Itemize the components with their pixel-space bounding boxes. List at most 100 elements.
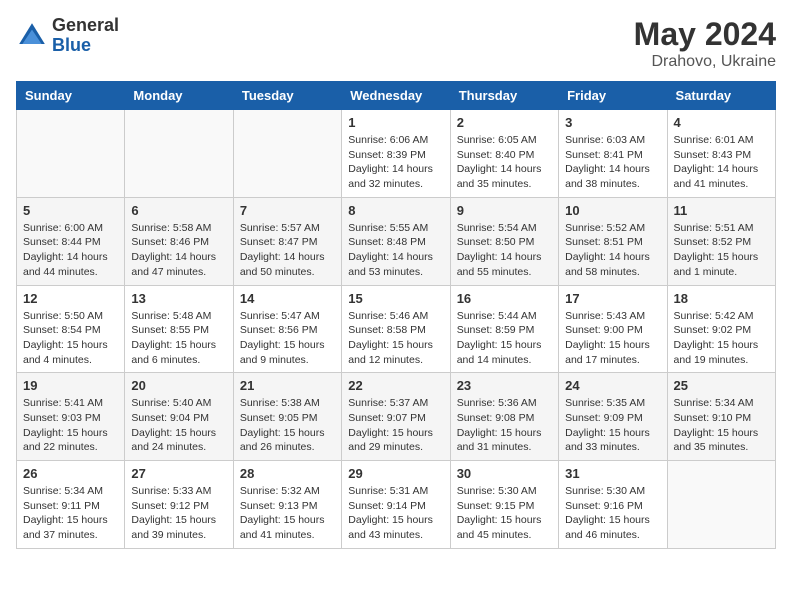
- day-info: Sunrise: 5:51 AMSunset: 8:52 PMDaylight:…: [674, 221, 769, 280]
- logo: General Blue: [16, 16, 119, 56]
- calendar-cell: 4Sunrise: 6:01 AMSunset: 8:43 PMDaylight…: [667, 110, 775, 198]
- day-number: 19: [23, 378, 118, 393]
- day-info: Sunrise: 5:37 AMSunset: 9:07 PMDaylight:…: [348, 396, 443, 455]
- page-header: General Blue May 2024 Drahovo, Ukraine: [16, 16, 776, 71]
- calendar-cell: 7Sunrise: 5:57 AMSunset: 8:47 PMDaylight…: [233, 197, 341, 285]
- weekday-header-sunday: Sunday: [17, 82, 125, 110]
- day-info: Sunrise: 5:47 AMSunset: 8:56 PMDaylight:…: [240, 309, 335, 368]
- day-number: 10: [565, 203, 660, 218]
- day-info: Sunrise: 5:44 AMSunset: 8:59 PMDaylight:…: [457, 309, 552, 368]
- calendar-cell: 18 Sunrise: 5:42 AMSunset: 9:02 PMDayligh…: [667, 285, 775, 373]
- logo-general-text: General: [52, 16, 119, 36]
- calendar-week-row: 1 Sunrise: 6:06 AMSunset: 8:39 PMDaylight…: [17, 110, 776, 198]
- day-number: 27: [131, 466, 226, 481]
- calendar-cell: 24Sunrise: 5:35 AMSunset: 9:09 PMDayligh…: [559, 373, 667, 461]
- day-number: 17: [565, 291, 660, 306]
- weekday-header-row: SundayMondayTuesdayWednesdayThursdayFrid…: [17, 82, 776, 110]
- day-number: 24: [565, 378, 660, 393]
- weekday-header-thursday: Thursday: [450, 82, 558, 110]
- calendar-table: SundayMondayTuesdayWednesdayThursdayFrid…: [16, 81, 776, 549]
- logo-icon: [16, 20, 48, 52]
- weekday-header-monday: Monday: [125, 82, 233, 110]
- day-number: 31: [565, 466, 660, 481]
- day-number: 6: [131, 203, 226, 218]
- calendar-week-row: 12 Sunrise: 5:50 AMSunset: 8:54 PMDayligh…: [17, 285, 776, 373]
- calendar-cell: 10 Sunrise: 5:52 AMSunset: 8:51 PMDayligh…: [559, 197, 667, 285]
- calendar-cell: 9Sunrise: 5:54 AMSunset: 8:50 PMDaylight…: [450, 197, 558, 285]
- day-info: Sunrise: 5:30 AMSunset: 9:15 PMDaylight:…: [457, 484, 552, 543]
- day-number: 14: [240, 291, 335, 306]
- day-info: Sunrise: 5:41 AMSunset: 9:03 PMDaylight:…: [23, 396, 118, 455]
- day-number: 23: [457, 378, 552, 393]
- calendar-cell: 6 Sunrise: 5:58 AMSunset: 8:46 PMDaylight…: [125, 197, 233, 285]
- calendar-cell: 27 Sunrise: 5:33 AMSunset: 9:12 PMDayligh…: [125, 461, 233, 549]
- day-info: Sunrise: 5:43 AMSunset: 9:00 PMDaylight:…: [565, 309, 660, 368]
- calendar-week-row: 19 Sunrise: 5:41 AMSunset: 9:03 PMDayligh…: [17, 373, 776, 461]
- day-info: Sunrise: 5:46 AMSunset: 8:58 PMDaylight:…: [348, 309, 443, 368]
- day-info: Sunrise: 5:50 AMSunset: 8:54 PMDaylight:…: [23, 309, 118, 368]
- day-number: 13: [131, 291, 226, 306]
- title-block: May 2024 Drahovo, Ukraine: [634, 16, 776, 71]
- day-number: 21: [240, 378, 335, 393]
- day-number: 26: [23, 466, 118, 481]
- day-number: 11: [674, 203, 769, 218]
- calendar-cell: 20Sunrise: 5:40 AMSunset: 9:04 PMDayligh…: [125, 373, 233, 461]
- day-info: Sunrise: 5:58 AMSunset: 8:46 PMDaylight:…: [131, 221, 226, 280]
- day-number: 18: [674, 291, 769, 306]
- calendar-cell: 26 Sunrise: 5:34 AMSunset: 9:11 PMDayligh…: [17, 461, 125, 549]
- calendar-cell: [17, 110, 125, 198]
- calendar-cell: 15Sunrise: 5:46 AMSunset: 8:58 PMDayligh…: [342, 285, 450, 373]
- calendar-cell: [125, 110, 233, 198]
- calendar-cell: 1 Sunrise: 6:06 AMSunset: 8:39 PMDaylight…: [342, 110, 450, 198]
- weekday-header-friday: Friday: [559, 82, 667, 110]
- day-number: 20: [131, 378, 226, 393]
- day-number: 28: [240, 466, 335, 481]
- weekday-header-tuesday: Tuesday: [233, 82, 341, 110]
- day-info: Sunrise: 5:33 AMSunset: 9:12 PMDaylight:…: [131, 484, 226, 543]
- calendar-cell: 2 Sunrise: 6:05 AMSunset: 8:40 PMDaylight…: [450, 110, 558, 198]
- day-number: 29: [348, 466, 443, 481]
- day-info: Sunrise: 6:00 AMSunset: 8:44 PMDaylight:…: [23, 221, 118, 280]
- day-number: 16: [457, 291, 552, 306]
- day-number: 22: [348, 378, 443, 393]
- day-info: Sunrise: 6:05 AMSunset: 8:40 PMDaylight:…: [457, 133, 552, 192]
- calendar-location: Drahovo, Ukraine: [634, 53, 776, 71]
- day-info: Sunrise: 6:06 AMSunset: 8:39 PMDaylight:…: [348, 133, 443, 192]
- day-info: Sunrise: 5:30 AMSunset: 9:16 PMDaylight:…: [565, 484, 660, 543]
- calendar-cell: 3 Sunrise: 6:03 AMSunset: 8:41 PMDaylight…: [559, 110, 667, 198]
- day-info: Sunrise: 5:34 AMSunset: 9:10 PMDaylight:…: [674, 396, 769, 455]
- day-info: Sunrise: 5:31 AMSunset: 9:14 PMDaylight:…: [348, 484, 443, 543]
- day-number: 2: [457, 115, 552, 130]
- day-info: Sunrise: 5:36 AMSunset: 9:08 PMDaylight:…: [457, 396, 552, 455]
- calendar-cell: 16 Sunrise: 5:44 AMSunset: 8:59 PMDayligh…: [450, 285, 558, 373]
- calendar-cell: 23 Sunrise: 5:36 AMSunset: 9:08 PMDayligh…: [450, 373, 558, 461]
- calendar-cell: 13 Sunrise: 5:48 AMSunset: 8:55 PMDayligh…: [125, 285, 233, 373]
- calendar-cell: [667, 461, 775, 549]
- weekday-header-saturday: Saturday: [667, 82, 775, 110]
- calendar-cell: 25 Sunrise: 5:34 AMSunset: 9:10 PMDayligh…: [667, 373, 775, 461]
- day-info: Sunrise: 5:48 AMSunset: 8:55 PMDaylight:…: [131, 309, 226, 368]
- day-number: 3: [565, 115, 660, 130]
- day-info: Sunrise: 5:34 AMSunset: 9:11 PMDaylight:…: [23, 484, 118, 543]
- day-info: Sunrise: 5:52 AMSunset: 8:51 PMDaylight:…: [565, 221, 660, 280]
- calendar-cell: 28Sunrise: 5:32 AMSunset: 9:13 PMDayligh…: [233, 461, 341, 549]
- calendar-cell: 29 Sunrise: 5:31 AMSunset: 9:14 PMDayligh…: [342, 461, 450, 549]
- day-info: Sunrise: 5:57 AMSunset: 8:47 PMDaylight:…: [240, 221, 335, 280]
- day-info: Sunrise: 5:42 AMSunset: 9:02 PMDaylight:…: [674, 309, 769, 368]
- day-info: Sunrise: 6:03 AMSunset: 8:41 PMDaylight:…: [565, 133, 660, 192]
- day-number: 12: [23, 291, 118, 306]
- day-number: 25: [674, 378, 769, 393]
- logo-text: General Blue: [52, 16, 119, 56]
- calendar-cell: 19 Sunrise: 5:41 AMSunset: 9:03 PMDayligh…: [17, 373, 125, 461]
- day-info: Sunrise: 6:01 AMSunset: 8:43 PMDaylight:…: [674, 133, 769, 192]
- calendar-cell: 22 Sunrise: 5:37 AMSunset: 9:07 PMDayligh…: [342, 373, 450, 461]
- calendar-cell: 17 Sunrise: 5:43 AMSunset: 9:00 PMDayligh…: [559, 285, 667, 373]
- calendar-cell: 31 Sunrise: 5:30 AMSunset: 9:16 PMDayligh…: [559, 461, 667, 549]
- calendar-cell: 21 Sunrise: 5:38 AMSunset: 9:05 PMDayligh…: [233, 373, 341, 461]
- day-number: 1: [348, 115, 443, 130]
- day-info: Sunrise: 5:38 AMSunset: 9:05 PMDaylight:…: [240, 396, 335, 455]
- day-number: 5: [23, 203, 118, 218]
- calendar-week-row: 26 Sunrise: 5:34 AMSunset: 9:11 PMDayligh…: [17, 461, 776, 549]
- logo-blue-text: Blue: [52, 36, 119, 56]
- calendar-week-row: 5 Sunrise: 6:00 AMSunset: 8:44 PMDaylight…: [17, 197, 776, 285]
